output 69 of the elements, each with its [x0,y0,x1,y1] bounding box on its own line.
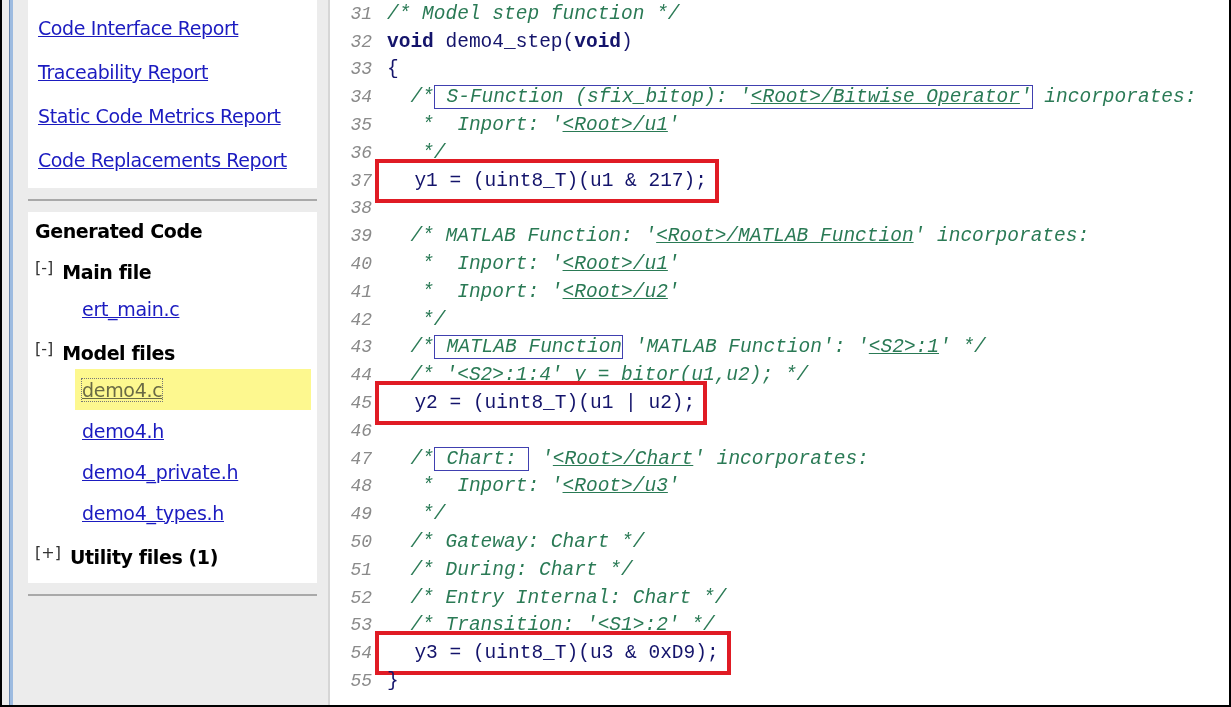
line-number: 39 [349,226,372,247]
code-link[interactable]: <S2>:1 [868,336,939,359]
code-line: * Inport: '<Root>/u3' [421,475,680,498]
file-link[interactable]: demo4.c [82,378,163,401]
code-line: /* Entry Internal: Chart */ [409,586,727,609]
code-link[interactable]: <Root>/u1 [562,114,668,137]
tree-toggle[interactable]: [-] [35,258,54,277]
code-line: void demo4_step(void) [387,30,633,53]
line-number: 33 [349,59,372,80]
code-line: { [387,58,399,81]
line-number: 50 [349,532,372,553]
code-line: /* MATLAB Function: '<Root>/MATLAB Function' incorporates: [409,225,1090,248]
line-number: 44 [349,365,372,386]
line-number: 31 [349,3,372,24]
line-number: 53 [349,615,372,636]
code-line: * Inport: '<Root>/u1' [421,253,680,276]
line-number: 43 [349,337,372,358]
code-line: */ [421,503,446,526]
line-number: 38 [349,198,372,219]
outlined-code-block[interactable]: MATLAB Function [433,335,624,360]
report-link[interactable]: Static Code Metrics Report [38,105,281,127]
code-link[interactable]: <Root>/Chart [552,447,694,470]
line-number: 51 [349,559,372,580]
code-line: /* S-Function (sfix_bitop): '<Root>/Bitwise Operator' incorporates: [409,86,1197,109]
code-line: /* MATLAB Function 'MATLAB Function': '<S2>:1' */ [409,336,986,359]
outlined-code-block[interactable]: Chart: [433,446,530,471]
code-line: */ [421,308,446,331]
line-number: 47 [349,448,372,469]
tree-toggle[interactable]: [+] [35,543,61,562]
line-number: 41 [349,281,372,302]
group-label: Utility files (1) [69,546,218,568]
line-number: 52 [349,587,372,608]
file-link[interactable]: demo4_types.h [82,501,224,524]
line-number: 42 [349,309,372,330]
file-link[interactable]: demo4_private.h [82,460,239,483]
line-number: 36 [349,142,372,163]
section-title: Generated Code [35,220,204,244]
file-link[interactable]: demo4.h [82,419,164,442]
group-label: Model files [62,342,175,364]
line-number: 37 [349,170,372,191]
selected-file-row[interactable]: demo4.c [75,369,311,410]
file-link[interactable]: ert_main.c [82,297,180,320]
report-link[interactable]: Code Replacements Report [38,149,287,171]
code-link[interactable]: <Root>/u2 [562,280,668,303]
code-link[interactable]: <Root>/u3 [562,475,668,498]
code-link[interactable]: <Root>/MATLAB Function [656,225,914,248]
code-line: /* Model step function */ [387,2,680,25]
outlined-code-block[interactable]: S-Function (sfix_bitop): '<Root>/Bitwise Operator' [433,85,1033,110]
code-line: * Inport: '<Root>/u2' [421,280,680,303]
line-number: 48 [349,476,372,497]
report-link[interactable]: Code Interface Report [38,17,239,39]
line-number: 45 [349,393,372,414]
tree-toggle[interactable]: [-] [35,339,54,358]
line-number: 46 [349,420,372,441]
report-link[interactable]: Traceability Report [38,61,209,83]
code-link[interactable]: <Root>/Bitwise Operator [750,86,1020,109]
line-number: 35 [349,115,372,136]
code-line: /* During: Chart */ [409,558,633,581]
line-number: 49 [349,504,372,525]
code-line: /* Gateway: Chart */ [409,531,645,554]
line-number: 54 [349,643,372,664]
line-number: 55 [349,671,372,691]
line-number: 32 [349,31,372,52]
line-number: 40 [349,254,372,275]
line-number: 34 [349,87,372,108]
group-label: Main file [62,261,152,283]
code-line: /* Chart: '<Root>/Chart' incorporates: [409,447,869,470]
code-line: * Inport: '<Root>/u1' [421,114,680,137]
code-link[interactable]: <Root>/u1 [562,253,668,276]
